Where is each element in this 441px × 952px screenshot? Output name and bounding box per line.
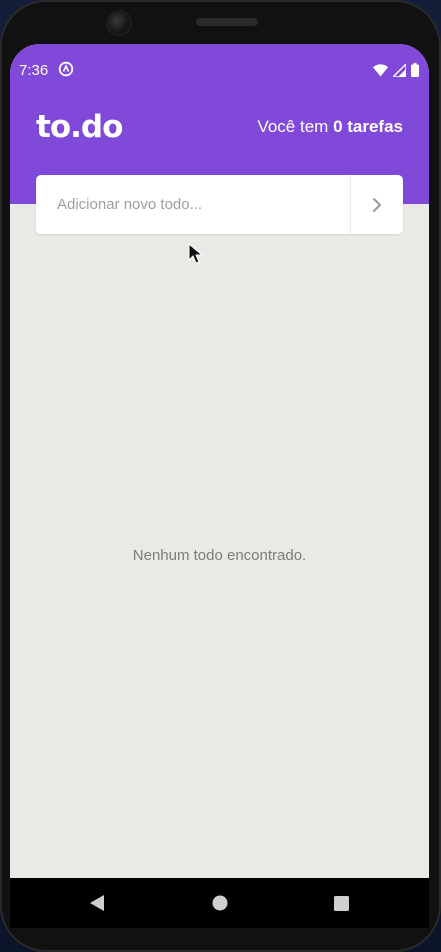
- empty-list-message: Nenhum todo encontrado.: [132, 547, 307, 564]
- wifi-icon: [373, 63, 388, 76]
- back-icon: [90, 895, 104, 911]
- phone-frame: 7:36 to.do Você tem 0 tarefas Adicionar …: [0, 0, 441, 952]
- nav-recents-button[interactable]: [330, 892, 352, 914]
- mouse-cursor-icon: [188, 243, 204, 264]
- task-counter-value: 0 tarefas: [333, 117, 403, 136]
- task-counter: Você tem 0 tarefas: [257, 117, 403, 137]
- recents-icon: [333, 895, 349, 911]
- add-todo-submit-button[interactable]: [350, 175, 403, 234]
- signal-icon: [393, 63, 406, 77]
- add-todo-bar: [36, 175, 403, 234]
- status-bar: 7:36: [10, 44, 429, 94]
- app-screen: 7:36 to.do Você tem 0 tarefas Adicionar …: [10, 44, 429, 878]
- device-background: 7:36 to.do Você tem 0 tarefas Adicionar …: [0, 0, 441, 952]
- chevron-right-icon: [373, 197, 381, 212]
- nav-back-button[interactable]: [86, 892, 108, 914]
- battery-icon: [411, 63, 419, 77]
- app-logo: to.do: [36, 109, 123, 145]
- app-notification-icon: [58, 61, 74, 77]
- front-camera: [108, 12, 130, 34]
- add-todo-input[interactable]: [36, 175, 350, 234]
- status-time: 7:36: [19, 62, 49, 79]
- task-counter-label: Você tem: [257, 117, 334, 136]
- earpiece-speaker: [196, 18, 258, 26]
- status-icons: [373, 62, 419, 78]
- system-nav-bar: [10, 878, 429, 928]
- home-icon: [212, 895, 228, 911]
- nav-home-button[interactable]: [209, 892, 231, 914]
